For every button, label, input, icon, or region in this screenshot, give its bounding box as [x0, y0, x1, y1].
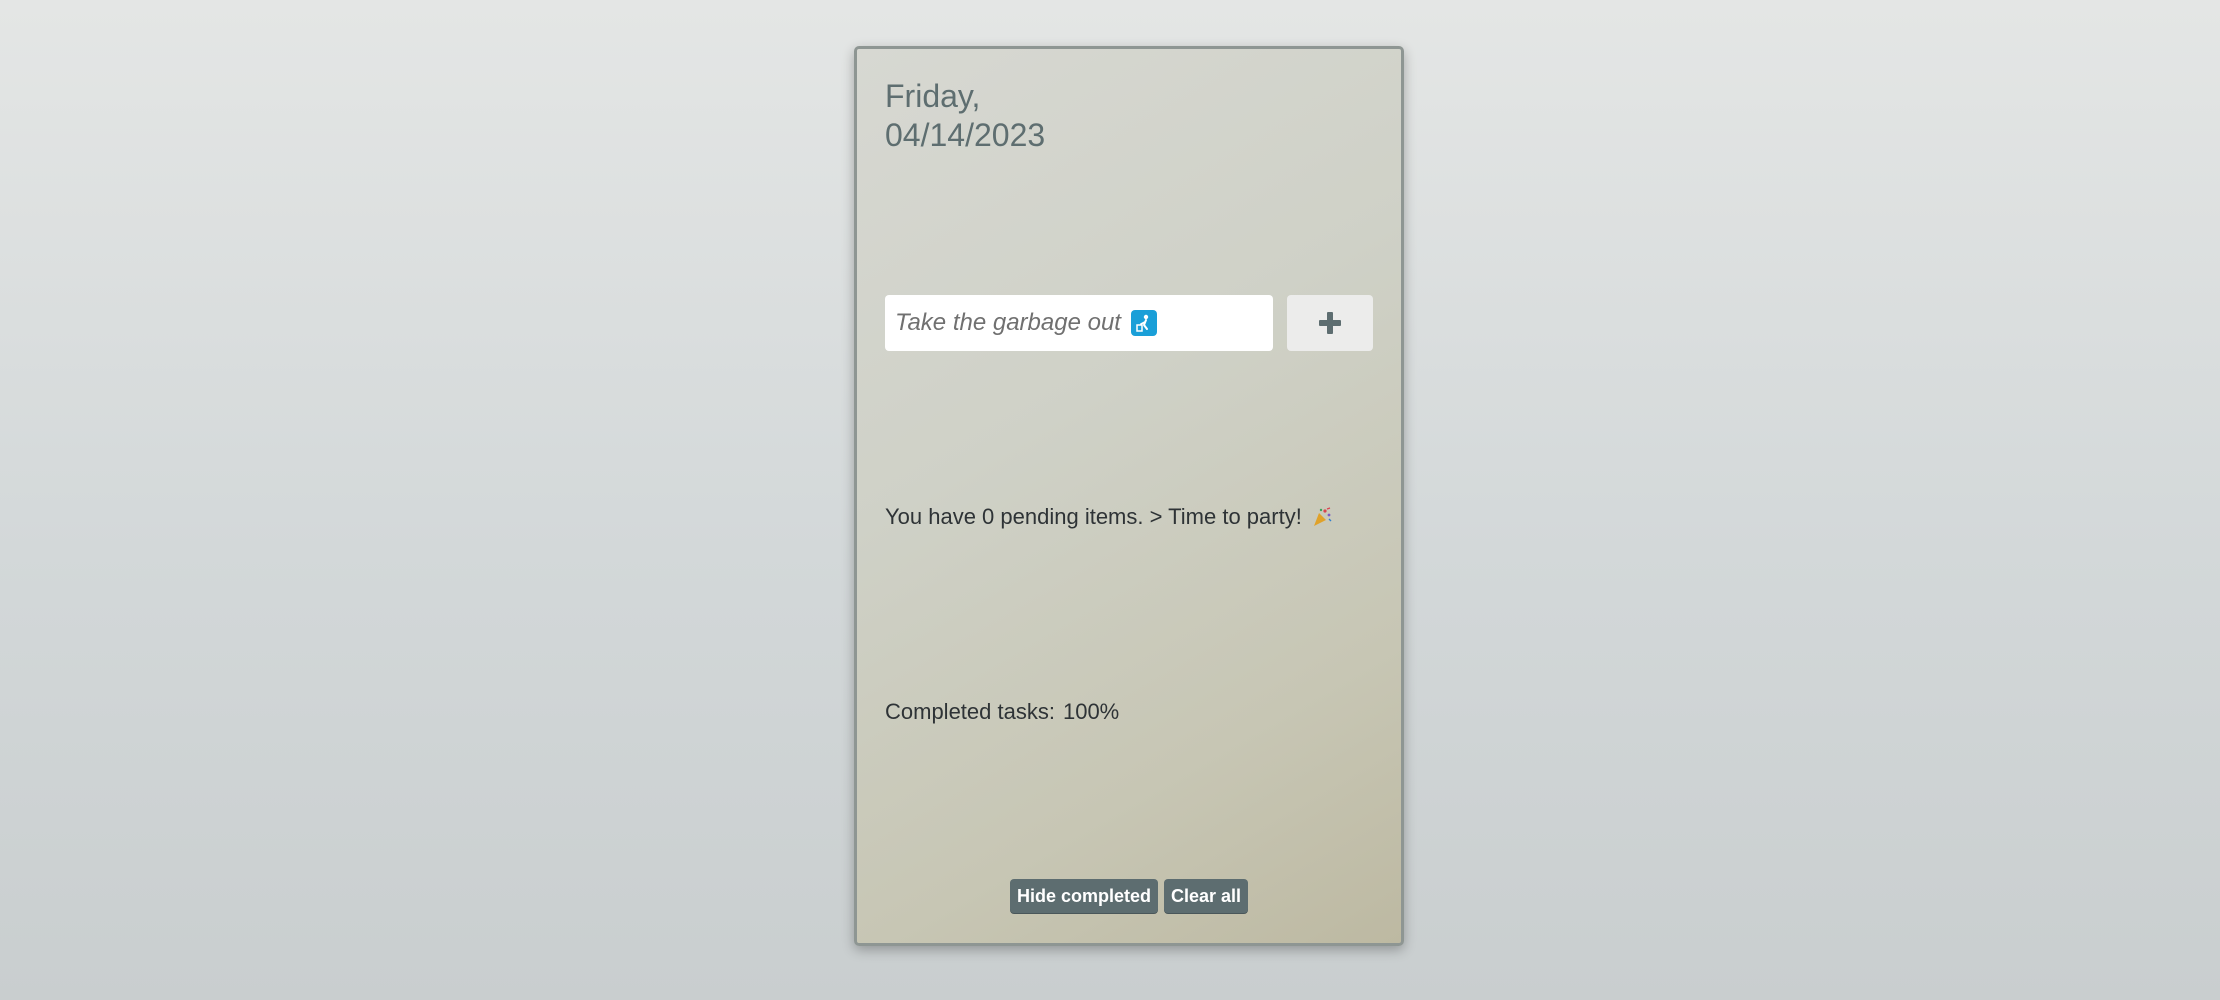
completed-summary: Completed tasks: 100% [885, 699, 1119, 725]
add-todo-button[interactable] [1287, 295, 1373, 351]
footer-actions: Hide completed Clear all [857, 879, 1401, 913]
person-disposing-trash-icon [1130, 310, 1157, 336]
completed-label: Completed tasks: [885, 699, 1055, 724]
hide-completed-button[interactable]: Hide completed [1009, 879, 1158, 913]
clear-all-button[interactable]: Clear all [1163, 879, 1249, 913]
day-label: Friday, [885, 78, 981, 114]
completed-value: 100% [1062, 699, 1120, 724]
date-header: Friday, 04/14/2023 [885, 77, 1045, 155]
date-label: 04/14/2023 [885, 117, 1046, 153]
party-popper-icon [1312, 507, 1332, 527]
pending-status: You have 0 pending items. > Time to part… [885, 504, 1332, 530]
pending-status-text: You have 0 pending items. > Time to part… [885, 504, 1302, 529]
plus-icon [1319, 312, 1341, 334]
todo-card: Friday, 04/14/2023 Take the garbage out … [854, 46, 1404, 946]
new-todo-input[interactable]: Take the garbage out [885, 295, 1273, 351]
new-todo-placeholder[interactable]: Take the garbage out [895, 309, 1121, 337]
